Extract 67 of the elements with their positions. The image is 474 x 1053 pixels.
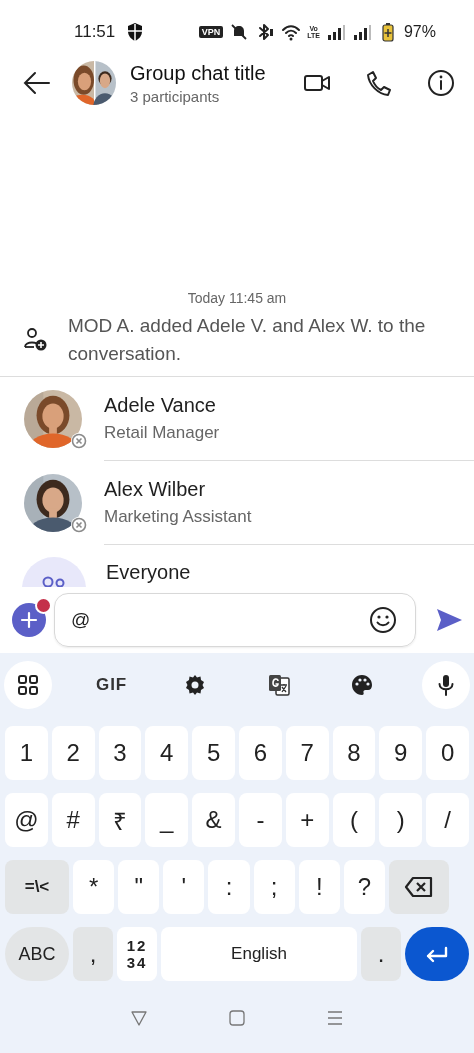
mic-button[interactable] xyxy=(421,661,470,709)
keyboard-key[interactable]: 2 xyxy=(51,726,95,780)
keyboard-key[interactable]: ? xyxy=(343,860,385,914)
keyboard-key[interactable]: 1 xyxy=(5,726,48,780)
signal-icon xyxy=(325,22,346,42)
phone-icon[interactable] xyxy=(364,68,394,98)
backspace-icon xyxy=(403,874,435,900)
message-field[interactable]: @ xyxy=(54,593,416,647)
keyboard-key[interactable]: ₹ xyxy=(98,793,142,847)
job-title: Retail Manager xyxy=(104,423,221,443)
keyboard-key[interactable]: " xyxy=(118,860,160,914)
keyboard-key[interactable]: / xyxy=(426,793,469,847)
keyboard-key[interactable]: ( xyxy=(332,793,376,847)
info-icon[interactable] xyxy=(426,68,456,98)
message-timestamp: Today 11:45 am xyxy=(186,290,288,306)
keyboard-key[interactable]: - xyxy=(239,793,282,847)
keyboard-key[interactable]: 0 xyxy=(426,726,469,780)
keyboard-key[interactable]: 9 xyxy=(379,726,423,780)
palette-icon xyxy=(350,673,375,697)
enter-key[interactable] xyxy=(405,927,469,981)
keyboard-key[interactable]: ; xyxy=(253,860,295,914)
keyboard-key[interactable]: ) xyxy=(379,793,423,847)
signal-icon xyxy=(351,22,372,42)
keyboard-key[interactable]: & xyxy=(192,793,235,847)
keyboard-key[interactable]: . xyxy=(361,927,401,981)
backspace-key[interactable] xyxy=(389,860,449,914)
space-key[interactable]: English xyxy=(161,927,357,981)
keyboard-key[interactable]: 6 xyxy=(239,726,282,780)
contact-name: Alex Wilber xyxy=(104,478,207,501)
keyboard-key[interactable]: @ xyxy=(5,793,48,847)
keyboard-key[interactable]: * xyxy=(73,860,115,914)
job-title: Marketing Assistant xyxy=(104,507,253,527)
gif-button[interactable]: GIF xyxy=(87,661,136,709)
keyboard-key[interactable]: 3 xyxy=(98,726,142,780)
contact-name: Everyone xyxy=(106,561,191,584)
keyboard-key[interactable]: 5 xyxy=(192,726,235,780)
symbols-key[interactable]: =\< xyxy=(5,860,69,914)
abc-key[interactable]: ABC xyxy=(5,927,69,981)
participant-count: 3 participants xyxy=(130,87,221,105)
numpad-key[interactable]: 12 34 xyxy=(117,927,157,981)
plus-icon xyxy=(20,611,38,629)
system-message: MOD A. added Adele V. and Alex W. to the conversation. xyxy=(68,314,426,366)
keyboard-key[interactable]: + xyxy=(285,793,329,847)
clock-time: 11:51 xyxy=(74,22,116,42)
battery-level: 97% xyxy=(403,23,436,41)
keyboard-key[interactable]: 8 xyxy=(332,726,376,780)
add-person-icon xyxy=(22,326,48,352)
home-square-icon[interactable] xyxy=(227,1007,247,1028)
keyboard-key[interactable]: # xyxy=(51,793,95,847)
mention-item[interactable]: Adele Vance Retail Manager xyxy=(0,377,474,461)
people-icon xyxy=(41,575,67,587)
keyboard-key[interactable]: ! xyxy=(298,860,340,914)
keyboard-key[interactable]: 7 xyxy=(285,726,329,780)
keyboard-key[interactable]: 4 xyxy=(145,726,189,780)
chat-title: Group chat title xyxy=(130,61,267,85)
wifi-icon xyxy=(281,22,302,42)
keyboard-key[interactable]: , xyxy=(73,927,113,981)
contact-name: Adele Vance xyxy=(104,394,217,417)
grid-icon xyxy=(16,673,40,697)
vpn-badge: VPN xyxy=(198,26,224,38)
emoji-icon[interactable] xyxy=(369,606,397,634)
grid-button[interactable] xyxy=(4,661,52,709)
translate-icon xyxy=(266,673,291,697)
keyboard-key[interactable]: _ xyxy=(145,793,189,847)
mention-item[interactable]: Alex Wilber Marketing Assistant xyxy=(0,461,474,545)
keyboard-key[interactable]: ' xyxy=(163,860,205,914)
keyboard-key[interactable]: : xyxy=(208,860,250,914)
